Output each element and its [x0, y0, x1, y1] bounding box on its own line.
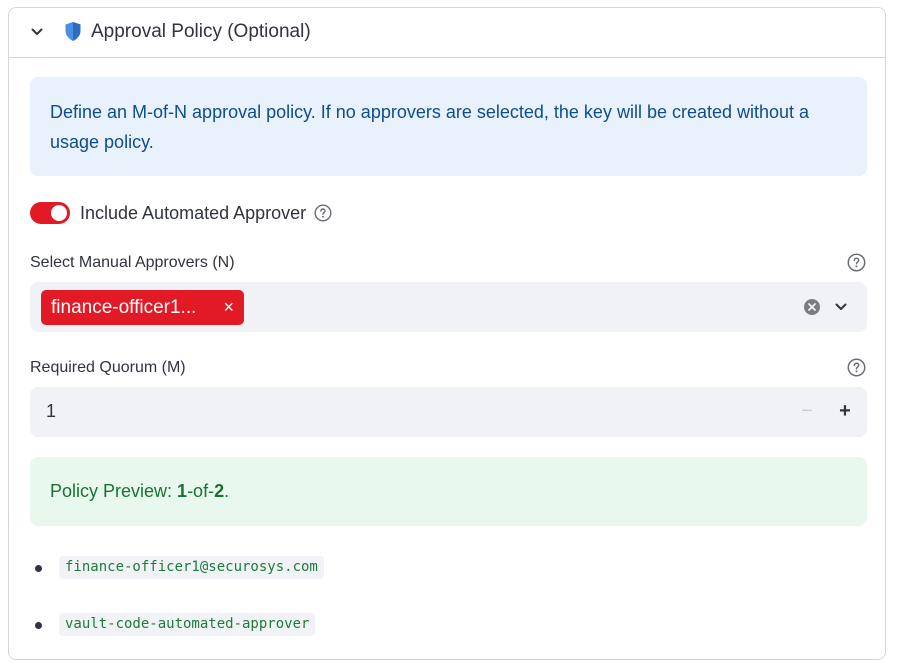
expander-title: Approval Policy (Optional) — [91, 21, 311, 42]
info-alert: Define an M-of-N approval policy. If no … — [30, 77, 867, 176]
shield-icon — [65, 22, 81, 41]
preview-prefix: Policy Preview: — [50, 481, 178, 501]
chevron-down-icon[interactable] — [833, 299, 849, 315]
selected-approver-tag[interactable]: finance-officer1... × — [41, 290, 244, 325]
preview-suffix: . — [224, 481, 230, 501]
manual-approvers-multiselect[interactable]: finance-officer1... × — [30, 282, 867, 332]
quorum-value[interactable]: 1 — [46, 401, 56, 422]
list-item: vault-code-automated-approver — [35, 613, 324, 670]
policy-preview-text: Policy Preview: 1-of-2. — [50, 481, 229, 501]
preview-sep: -of- — [187, 481, 215, 501]
policy-preview-alert: Policy Preview: 1-of-2. — [30, 457, 867, 526]
approver-code: finance-officer1@securosys.com — [59, 556, 324, 579]
preview-n: 2 — [214, 481, 225, 501]
preview-m: 1 — [177, 481, 188, 501]
help-icon[interactable] — [847, 253, 866, 272]
help-icon[interactable] — [314, 204, 332, 222]
tag-label: finance-officer1... — [51, 296, 197, 318]
increment-button[interactable]: + — [836, 400, 854, 422]
toggle-knob — [51, 205, 67, 221]
automated-approver-toggle-row: Include Automated Approver — [30, 200, 332, 226]
info-text: Define an M-of-N approval policy. If no … — [50, 102, 810, 152]
bullet-icon — [35, 622, 42, 629]
approval-policy-expander: Approval Policy (Optional) Define an M-o… — [8, 7, 886, 660]
approvers-list: finance-officer1@securosys.com vault-cod… — [35, 556, 324, 670]
quorum-label: Required Quorum (M) — [30, 359, 186, 376]
decrement-button[interactable]: − — [798, 400, 816, 422]
approver-code: vault-code-automated-approver — [59, 613, 316, 636]
bullet-icon — [35, 565, 42, 572]
expander-header[interactable]: Approval Policy (Optional) — [9, 8, 885, 58]
quorum-number-input[interactable]: 1 − + — [30, 387, 867, 437]
automated-approver-label: Include Automated Approver — [80, 202, 307, 223]
help-icon[interactable] — [847, 358, 866, 377]
chevron-down-icon[interactable] — [29, 24, 45, 40]
manual-approvers-label: Select Manual Approvers (N) — [30, 254, 235, 271]
automated-approver-toggle[interactable] — [30, 202, 70, 224]
clear-selection-icon[interactable] — [803, 298, 821, 316]
remove-tag-icon[interactable]: × — [223, 296, 234, 318]
list-item: finance-officer1@securosys.com — [35, 556, 324, 613]
